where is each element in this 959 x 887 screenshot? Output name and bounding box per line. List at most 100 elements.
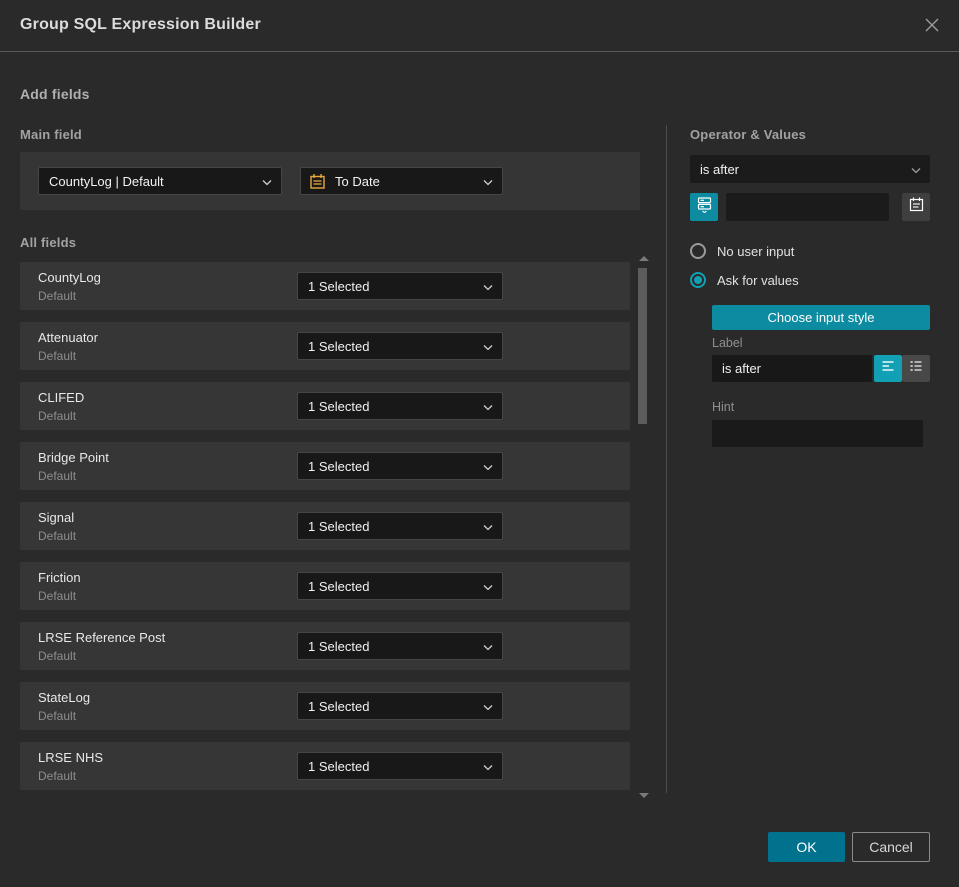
chevron-down-icon xyxy=(483,639,493,654)
field-selection-select[interactable]: 1 Selected xyxy=(297,692,503,720)
align-left-icon xyxy=(880,358,896,379)
dialog-title: Group SQL Expression Builder xyxy=(20,16,261,33)
field-row: LRSE Reference Post Default 1 Selected xyxy=(20,622,630,670)
stack-icon xyxy=(696,196,713,218)
field-row: LRSE NHS Default 1 Selected xyxy=(20,742,630,790)
main-field-select-value: CountyLog | Default xyxy=(49,173,164,189)
dialog-header: Group SQL Expression Builder xyxy=(0,0,959,52)
operator-select-value: is after xyxy=(700,161,740,177)
field-name: CLIFED xyxy=(38,390,85,405)
field-subtitle: Default xyxy=(38,649,77,663)
field-subtitle: Default xyxy=(38,349,77,363)
fields-scrollbar[interactable] xyxy=(636,254,654,800)
scroll-up-icon[interactable] xyxy=(639,256,649,261)
list-icon xyxy=(908,358,924,379)
field-subtitle: Default xyxy=(38,529,77,543)
field-selection-select[interactable]: 1 Selected xyxy=(297,572,503,600)
field-selection-select[interactable]: 1 Selected xyxy=(297,512,503,540)
value-input-row xyxy=(690,193,930,221)
field-name: StateLog xyxy=(38,690,91,705)
scroll-down-icon[interactable] xyxy=(639,793,649,798)
value-set-button[interactable] xyxy=(690,193,718,221)
operator-select[interactable]: is after xyxy=(690,155,930,183)
field-name: Attenuator xyxy=(38,330,98,345)
field-selection-select[interactable]: 1 Selected xyxy=(297,632,503,660)
field-row: CountyLog Default 1 Selected xyxy=(20,262,630,310)
ok-button[interactable]: OK xyxy=(768,832,845,862)
chevron-down-icon xyxy=(483,339,493,354)
chevron-down-icon xyxy=(483,579,493,594)
radio-no-user-input[interactable]: No user input xyxy=(690,243,794,259)
field-selection-value: 1 Selected xyxy=(308,338,370,354)
close-icon xyxy=(923,16,941,39)
chevron-down-icon xyxy=(483,174,493,189)
label-input[interactable] xyxy=(712,355,872,382)
field-selection-value: 1 Selected xyxy=(308,518,370,534)
main-field-label: Main field xyxy=(20,127,82,142)
field-selection-select[interactable]: 1 Selected xyxy=(297,392,503,420)
chevron-down-icon xyxy=(483,459,493,474)
chevron-down-icon xyxy=(483,519,493,534)
label-caption: Label xyxy=(712,336,743,350)
scrollbar-thumb[interactable] xyxy=(638,268,647,424)
field-subtitle: Default xyxy=(38,469,77,483)
radio-ask-for-values[interactable]: Ask for values xyxy=(690,272,799,288)
close-button[interactable] xyxy=(921,16,943,38)
date-type-select[interactable]: To Date xyxy=(300,167,503,195)
field-name: LRSE NHS xyxy=(38,750,104,765)
field-selection-select[interactable]: 1 Selected xyxy=(297,452,503,480)
field-selection-value: 1 Selected xyxy=(308,758,370,774)
field-row: Bridge Point Default 1 Selected xyxy=(20,442,630,490)
field-name: Bridge Point xyxy=(38,450,109,465)
all-fields-list: CountyLog Default 1 Selected Attenuator … xyxy=(20,262,630,802)
field-name: CountyLog xyxy=(38,270,101,285)
chevron-down-icon xyxy=(911,162,921,177)
cancel-button[interactable]: Cancel xyxy=(852,832,930,862)
hint-input[interactable] xyxy=(712,420,923,447)
field-subtitle: Default xyxy=(38,769,77,783)
field-row: StateLog Default 1 Selected xyxy=(20,682,630,730)
radio-ask-for-values-label: Ask for values xyxy=(717,272,799,288)
field-row: Friction Default 1 Selected xyxy=(20,562,630,610)
field-selection-value: 1 Selected xyxy=(308,278,370,294)
field-row: Attenuator Default 1 Selected xyxy=(20,322,630,370)
field-name: LRSE Reference Post xyxy=(38,630,166,645)
radio-no-user-input-label: No user input xyxy=(717,243,795,259)
field-selection-value: 1 Selected xyxy=(308,578,370,594)
field-selection-select[interactable]: 1 Selected xyxy=(297,752,503,780)
field-subtitle: Default xyxy=(38,289,77,303)
field-selection-value: 1 Selected xyxy=(308,458,370,474)
field-subtitle: Default xyxy=(38,589,77,603)
operator-values-heading: Operator & Values xyxy=(690,127,807,142)
field-selection-value: 1 Selected xyxy=(308,638,370,654)
value-input[interactable] xyxy=(726,193,889,221)
field-name: Signal xyxy=(38,510,75,525)
field-name: Friction xyxy=(38,570,81,585)
field-selection-value: 1 Selected xyxy=(308,398,370,414)
field-selection-select[interactable]: 1 Selected xyxy=(297,332,503,360)
label-row xyxy=(712,355,930,382)
list-style-button[interactable] xyxy=(902,355,930,382)
chevron-down-icon xyxy=(483,699,493,714)
hint-caption: Hint xyxy=(712,400,735,414)
main-field-select[interactable]: CountyLog | Default xyxy=(38,167,282,195)
field-row: CLIFED Default 1 Selected xyxy=(20,382,630,430)
field-row: Signal Default 1 Selected xyxy=(20,502,630,550)
calendar-icon xyxy=(309,173,326,190)
chevron-down-icon xyxy=(483,399,493,414)
field-selection-select[interactable]: 1 Selected xyxy=(297,272,503,300)
field-selection-value: 1 Selected xyxy=(308,698,370,714)
chevron-down-icon xyxy=(483,759,493,774)
field-subtitle: Default xyxy=(38,709,77,723)
chevron-down-icon xyxy=(483,279,493,294)
panel-divider xyxy=(666,125,667,793)
choose-input-style-button[interactable]: Choose input style xyxy=(712,305,930,330)
radio-icon xyxy=(690,272,706,288)
all-fields-label: All fields xyxy=(20,235,77,250)
chevron-down-icon xyxy=(262,174,272,189)
text-style-button[interactable] xyxy=(874,355,902,382)
main-field-row: CountyLog | Default To Date xyxy=(20,152,640,210)
calendar-icon xyxy=(908,196,925,218)
date-type-select-value: To Date xyxy=(335,173,380,189)
date-picker-button[interactable] xyxy=(902,193,930,221)
